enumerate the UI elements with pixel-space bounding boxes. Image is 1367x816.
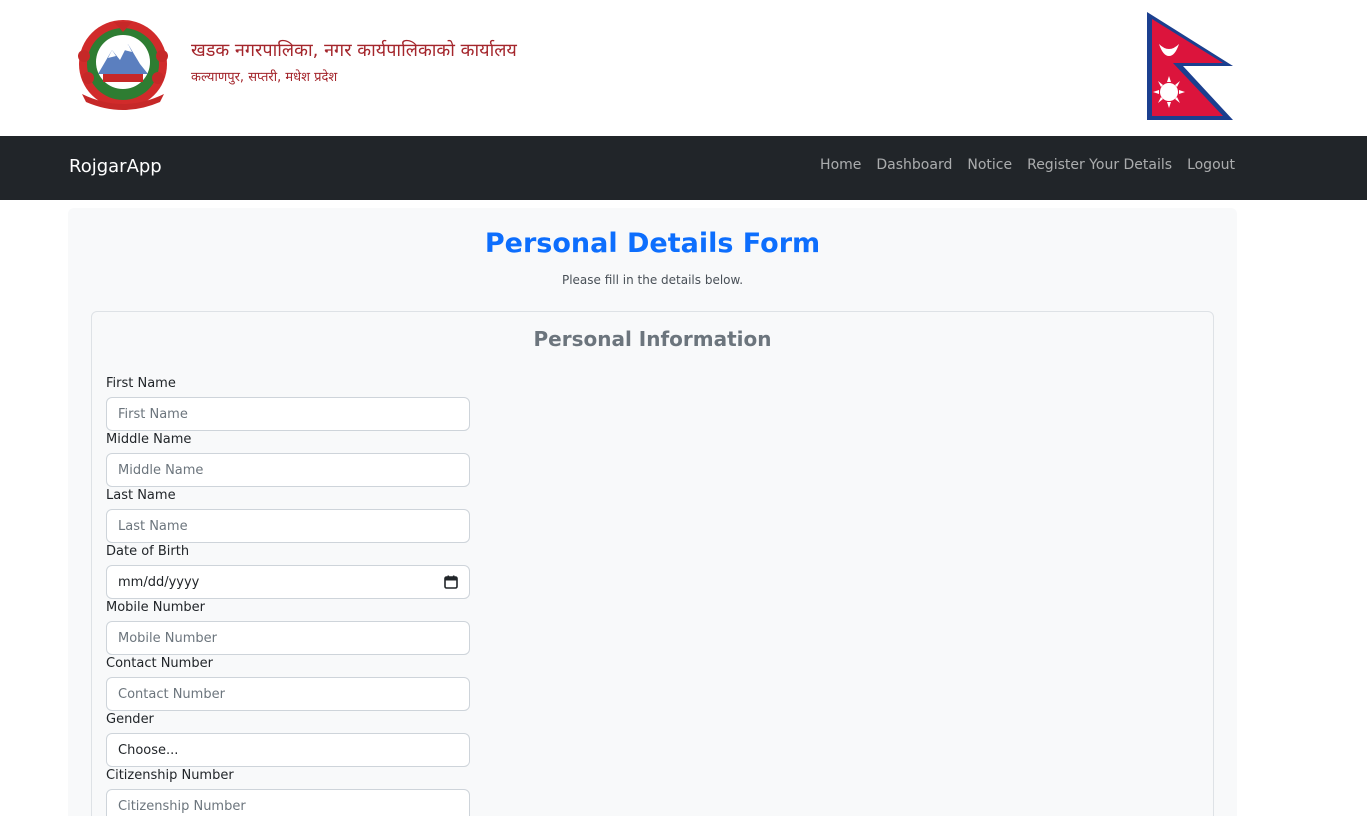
nav-link-notice[interactable]: Notice [967, 157, 1012, 173]
gender-selected-value: Choose... [118, 742, 179, 758]
first-name-label: First Name [106, 376, 176, 391]
navbar-brand[interactable]: RojgarApp [69, 156, 162, 177]
nav-link-home[interactable]: Home [820, 157, 861, 173]
middle-name-label: Middle Name [106, 432, 192, 447]
section-title: Personal Information [533, 327, 772, 351]
mobile-number-group: Mobile Number [106, 600, 470, 655]
gender-group: Gender Choose... [106, 712, 470, 767]
date-of-birth-group: Date of Birth mm/dd/yyyy [106, 544, 470, 599]
date-of-birth-value: mm/dd/yyyy [118, 574, 200, 590]
mobile-number-label: Mobile Number [106, 600, 205, 615]
office-title: खडक नगरपालिका, नगर कार्यपालिकाको कार्याल… [191, 40, 517, 61]
contact-number-label: Contact Number [106, 656, 213, 671]
date-of-birth-input[interactable]: mm/dd/yyyy [106, 565, 470, 599]
last-name-input[interactable] [106, 509, 470, 543]
nepal-flag-icon [1147, 12, 1233, 120]
middle-name-input[interactable] [106, 453, 470, 487]
last-name-label: Last Name [106, 488, 176, 503]
citizenship-number-input[interactable] [106, 789, 470, 816]
last-name-group: Last Name [106, 488, 470, 543]
navbar: RojgarApp Home Dashboard Notice Register… [0, 136, 1367, 200]
nav-link-dashboard[interactable]: Dashboard [876, 157, 952, 173]
contact-number-input[interactable] [106, 677, 470, 711]
citizenship-number-group: Citizenship Number [106, 768, 470, 816]
mobile-number-input[interactable] [106, 621, 470, 655]
nav-link-logout[interactable]: Logout [1187, 157, 1235, 173]
page-subtitle: Please fill in the details below. [561, 273, 744, 287]
calendar-icon[interactable] [444, 575, 458, 589]
first-name-input[interactable] [106, 397, 470, 431]
contact-number-group: Contact Number [106, 656, 470, 711]
nepal-government-emblem-icon [78, 20, 168, 110]
personal-information-section: Personal Information First Name Middle N… [91, 311, 1214, 816]
citizenship-number-label: Citizenship Number [106, 768, 234, 783]
page-title: Personal Details Form [484, 228, 821, 259]
site-header: खडक नगरपालिका, नगर कार्यपालिकाको कार्याल… [0, 0, 1367, 136]
nav-links: Home Dashboard Notice Register Your Deta… [820, 157, 1235, 173]
nav-link-register-details[interactable]: Register Your Details [1027, 157, 1172, 173]
middle-name-group: Middle Name [106, 432, 470, 487]
date-of-birth-label: Date of Birth [106, 544, 190, 559]
form-container: Personal Details Form Please fill in the… [68, 208, 1237, 816]
first-name-group: First Name [106, 376, 470, 431]
gender-label: Gender [106, 712, 154, 727]
gender-select[interactable]: Choose... [106, 733, 470, 767]
office-address: कल्याणपुर, सप्तरी, मधेश प्रदेश [191, 70, 338, 85]
